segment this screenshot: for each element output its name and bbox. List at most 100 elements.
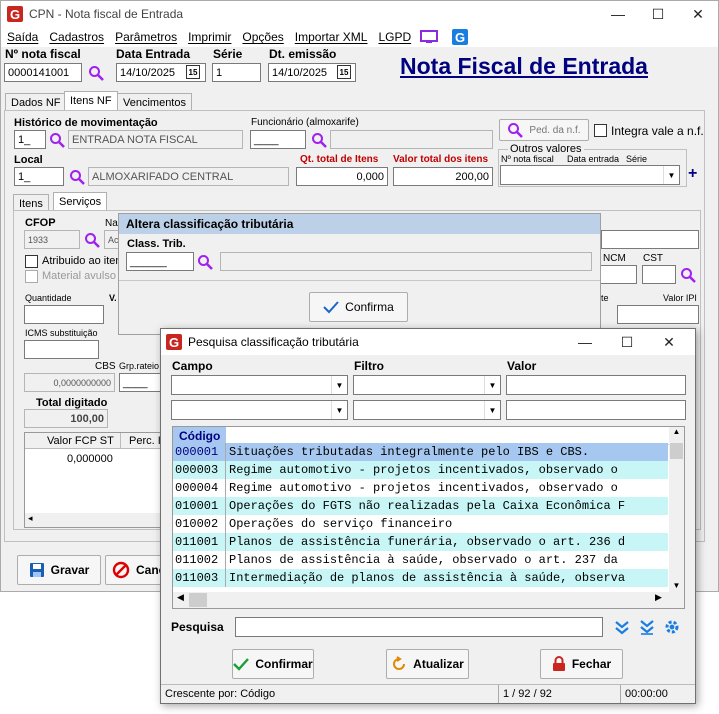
local-label: Local — [14, 154, 43, 166]
scroll-down-icon[interactable]: ▼ — [669, 581, 684, 590]
table-row[interactable]: 000004 Regime automotivo - projetos incen… — [173, 479, 668, 497]
cfop-label: CFOP — [25, 217, 56, 229]
minimize-button[interactable]: — — [598, 1, 638, 27]
class-trib-input[interactable]: ______ — [126, 252, 194, 271]
gravar-button[interactable]: Gravar — [17, 555, 101, 585]
scroll-up-icon[interactable]: ▲ — [669, 427, 684, 436]
outros-valores-combo[interactable]: ▼ — [500, 165, 680, 185]
filtro-combo-1[interactable]: ▼ — [353, 375, 501, 395]
calendar-icon[interactable]: 15 — [186, 65, 200, 79]
valor-ipi-input[interactable] — [617, 305, 699, 324]
atribuido-checkbox[interactable] — [25, 255, 38, 268]
icms-sub-input[interactable] — [24, 340, 99, 359]
campo-combo-1[interactable]: ▼ — [171, 375, 348, 395]
chevron-down-icon: ▼ — [331, 376, 347, 394]
valor-input-2[interactable] — [506, 400, 686, 420]
ncm-input[interactable] — [599, 265, 637, 284]
pesquisa-input[interactable] — [235, 617, 603, 637]
right-top-input[interactable] — [601, 230, 699, 249]
gravar-label: Gravar — [50, 563, 90, 577]
material-checkbox[interactable] — [25, 270, 38, 283]
chevron-down-bar-icon[interactable] — [639, 619, 655, 635]
search-local-icon[interactable] — [69, 169, 85, 185]
confirmar-button[interactable]: Confirmar — [232, 649, 314, 679]
dialog1-divider — [119, 280, 600, 281]
row-desc: Situações tributadas integralmente pelo … — [229, 445, 590, 459]
menu-opcoes[interactable]: Opções — [242, 30, 283, 44]
hscroll-thumb[interactable] — [189, 593, 207, 607]
menu-imprimir[interactable]: Imprimir — [188, 30, 231, 44]
table-row[interactable]: 000003 Regime automotivo - projetos incen… — [173, 461, 668, 479]
pesq-maximize-button[interactable]: ☐ — [607, 329, 647, 355]
results-vscrollbar[interactable]: ▲ ▼ — [669, 427, 684, 592]
cst-input[interactable] — [642, 265, 676, 284]
grid-col-divider — [120, 433, 121, 449]
table-row[interactable]: 000001 Situações tributadas integralmente… — [173, 443, 668, 461]
quantidade-input[interactable] — [24, 305, 104, 324]
confirmar-label: Confirmar — [255, 657, 313, 671]
fechar-button[interactable]: Fechar — [540, 649, 623, 679]
quantidade-label: Quantidade — [25, 293, 72, 303]
scroll-left-icon[interactable]: ◀ — [177, 592, 184, 603]
menu-cadastros[interactable]: Cadastros — [49, 30, 104, 44]
calendar-emissao-icon[interactable]: 15 — [337, 65, 351, 79]
row-code: 000004 — [173, 479, 226, 497]
te-label: te — [601, 293, 609, 303]
grp-rateio-input[interactable]: ____ — [119, 373, 161, 392]
menu-lgpd[interactable]: LGPD — [378, 30, 411, 44]
table-row[interactable]: 011002 Planos de assistência à saúde, obs… — [173, 551, 668, 569]
search-cst-icon[interactable] — [680, 267, 696, 283]
search-funcionario-icon[interactable] — [311, 132, 327, 148]
double-chevron-down-icon[interactable] — [614, 619, 630, 635]
search-historico-icon[interactable] — [49, 132, 65, 148]
chevron-down-icon: ▼ — [484, 401, 500, 419]
monitor-icon[interactable] — [420, 30, 439, 44]
app-g-icon[interactable]: G — [452, 29, 469, 45]
scroll-thumb[interactable] — [670, 443, 683, 459]
search-cfop-icon[interactable] — [84, 232, 100, 248]
pesq-minimize-button[interactable]: — — [565, 329, 605, 355]
ped-nf-button[interactable]: Ped. da n.f. — [499, 119, 589, 141]
table-row[interactable]: 010001 Operações do FGTS não realizadas p… — [173, 497, 668, 515]
maximize-button[interactable]: ☐ — [638, 1, 678, 27]
filtro-label: Filtro — [354, 359, 384, 373]
confirma-button[interactable]: Confirma — [309, 292, 408, 322]
integra-checkbox[interactable] — [594, 124, 607, 137]
search-nota-icon[interactable] — [88, 65, 104, 81]
table-row[interactable]: 010002 Operações do serviço financeiro — [173, 515, 668, 533]
local-desc: ALMOXARIFADO CENTRAL — [88, 167, 289, 186]
atualizar-button[interactable]: Atualizar — [386, 649, 469, 679]
chevron-down-icon: ▼ — [484, 376, 500, 394]
row-desc: Planos de assistência funerária, observa… — [229, 535, 626, 549]
menu-importar-xml[interactable]: Importar XML — [295, 30, 368, 44]
nota-fiscal-input[interactable]: 0000141001 — [4, 63, 82, 82]
table-row[interactable]: 011003 Intermediação de planos de assistê… — [173, 569, 668, 587]
historico-code-input[interactable]: 1_ — [14, 130, 46, 149]
grid-hscrollbar[interactable]: ◂ — [25, 513, 165, 527]
local-code-input[interactable]: 1_ — [14, 167, 64, 186]
page-header-title: Nota Fiscal de Entrada — [400, 53, 648, 79]
row-desc: Intermediação de planos de assistência à… — [229, 571, 626, 585]
add-plus-icon[interactable]: + — [688, 165, 697, 183]
ov-col-nota: Nº nota fiscal — [501, 154, 554, 164]
cfop-input[interactable]: 1933 — [24, 230, 80, 249]
pesq-close-button[interactable]: ✕ — [649, 329, 689, 355]
results-hscrollbar[interactable]: ◀ ▶ — [173, 592, 684, 608]
row-code: 000001 — [173, 443, 226, 461]
gear-icon[interactable] — [664, 619, 680, 635]
valor-input-1[interactable] — [506, 375, 686, 395]
scroll-right-icon[interactable]: ▶ — [655, 592, 662, 603]
filtro-combo-2[interactable]: ▼ — [353, 400, 501, 420]
search-class-trib-icon[interactable] — [197, 254, 213, 270]
menu-saida[interactable]: Saída — [7, 30, 38, 44]
table-row[interactable]: 011001 Planos de assistência funerária, o… — [173, 533, 668, 551]
data-entrada-label: Data Entrada — [116, 47, 191, 61]
main-window-title: CPN - Nota fiscal de Entrada — [29, 7, 184, 21]
campo-combo-2[interactable]: ▼ — [171, 400, 348, 420]
serie-input[interactable]: 1 — [212, 63, 261, 82]
menu-parametros[interactable]: Parâmetros — [115, 30, 177, 44]
svg-text:G: G — [10, 7, 20, 22]
funcionario-code-input[interactable]: ____ — [250, 130, 306, 149]
values-grid: Valor FCP ST Perc. I 0,000000 ◂ — [24, 432, 165, 528]
close-button[interactable]: ✕ — [678, 1, 718, 27]
